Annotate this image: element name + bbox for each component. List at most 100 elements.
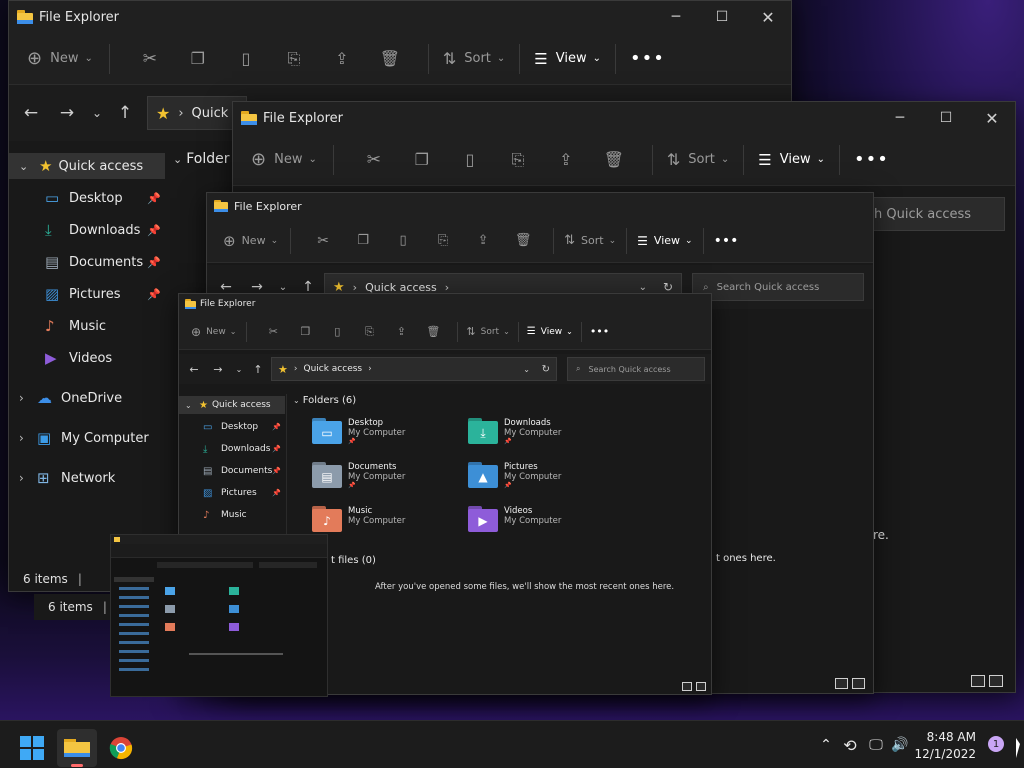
sidebar-item-music[interactable]: ♪ Music xyxy=(9,313,165,339)
copy-icon[interactable]: ❐ xyxy=(343,233,383,248)
view-button[interactable]: ☰ View ⌄ xyxy=(758,151,825,169)
new-button[interactable]: ⊕ New ⌄ xyxy=(223,232,278,250)
chrome-taskbar-button[interactable] xyxy=(101,729,141,767)
folder-tile-pictures[interactable]: ▲ Pictures My Computer 📌 xyxy=(468,462,561,489)
sync-icon[interactable]: ⟲ xyxy=(836,736,864,755)
folder-tile-music[interactable]: ♪ Music My Computer xyxy=(312,506,405,532)
details-view-icon[interactable] xyxy=(682,682,692,691)
more-options-icon[interactable]: ••• xyxy=(854,149,889,170)
maximize-button[interactable]: ☐ xyxy=(699,1,745,33)
cut-icon[interactable]: ✂ xyxy=(126,49,174,69)
view-button[interactable]: ☰ View ⌄ xyxy=(527,326,573,337)
sidebar-item-videos[interactable]: ▶ Videos xyxy=(9,345,165,371)
new-button[interactable]: ⊕ New ⌄ xyxy=(27,48,93,69)
file-explorer-taskbar-button[interactable] xyxy=(57,729,97,767)
delete-icon[interactable]: 🗑 xyxy=(590,150,638,169)
system-clock[interactable]: 8:48 AM 12/1/2022 xyxy=(914,729,976,763)
sidebar-item-desktop[interactable]: ▭ Desktop 📌 xyxy=(9,185,165,211)
recent-locations-chevron-icon[interactable]: ⌄ xyxy=(83,106,111,120)
view-button[interactable]: ☰ View ⌄ xyxy=(637,234,692,248)
sidebar-item-onedrive[interactable]: › ☁ OneDrive xyxy=(9,385,165,411)
new-button[interactable]: ⊕ New ⌄ xyxy=(251,149,317,170)
up-arrow-icon[interactable]: ↑ xyxy=(111,103,139,123)
search-input[interactable]: ⌕ Search Quick access xyxy=(692,273,864,301)
sidebar-item-music[interactable]: ♪ Music xyxy=(179,506,285,524)
share-icon[interactable]: ⇪ xyxy=(463,233,503,248)
details-view-icon[interactable] xyxy=(835,678,848,689)
paste-icon[interactable]: ▯ xyxy=(321,325,353,338)
title-bar[interactable]: File Explorer xyxy=(207,193,873,219)
back-arrow-icon[interactable]: ← xyxy=(181,363,207,376)
maximize-button[interactable]: ☐ xyxy=(923,102,969,134)
more-options-icon[interactable]: ••• xyxy=(630,48,665,69)
minimize-button[interactable]: ─ xyxy=(653,1,699,33)
forward-arrow-icon[interactable]: → xyxy=(207,363,229,376)
rename-icon[interactable]: ⎘ xyxy=(423,233,463,248)
sidebar-item-documents[interactable]: ▤ Documents 📌 xyxy=(9,249,165,275)
back-arrow-icon[interactable]: ← xyxy=(11,103,51,123)
title-bar[interactable]: File Explorer ─ ☐ ✕ xyxy=(9,1,791,33)
folder-tile-downloads[interactable]: ⤓ Downloads My Computer 📌 xyxy=(468,418,561,445)
sidebar-item-quick-access[interactable]: ⌄ ★ Quick access xyxy=(179,396,285,414)
copy-icon[interactable]: ❐ xyxy=(174,49,222,68)
close-button[interactable]: ✕ xyxy=(745,1,791,33)
sidebar-item-downloads[interactable]: ⤓ Downloads 📌 xyxy=(179,440,285,458)
share-icon[interactable]: ⇪ xyxy=(542,150,590,169)
rename-icon[interactable]: ⎘ xyxy=(494,150,542,170)
forward-arrow-icon[interactable]: → xyxy=(51,103,83,123)
sort-button[interactable]: ⇅ Sort ⌄ xyxy=(443,49,505,68)
recent-locations-chevron-icon[interactable]: ⌄ xyxy=(271,282,295,293)
sidebar-item-desktop[interactable]: ▭ Desktop 📌 xyxy=(179,418,285,436)
cut-icon[interactable]: ✂ xyxy=(350,150,398,170)
address-bar[interactable]: ★ › Quick access › ⌄ ↻ xyxy=(271,357,557,381)
new-button[interactable]: ⊕ New ⌄ xyxy=(191,325,236,339)
title-bar[interactable]: File Explorer xyxy=(179,294,711,314)
folder-tile-documents[interactable]: ▤ Documents My Computer 📌 xyxy=(312,462,405,489)
sidebar-item-quick-access[interactable]: ⌄ ★ Quick access xyxy=(9,153,165,179)
refresh-icon[interactable]: ↻ xyxy=(542,364,550,375)
delete-icon[interactable]: 🗑 xyxy=(417,325,449,338)
recent-locations-chevron-icon[interactable]: ⌄ xyxy=(229,365,249,374)
more-options-icon[interactable]: ••• xyxy=(714,233,739,249)
cut-icon[interactable]: ✂ xyxy=(303,233,343,249)
rename-icon[interactable]: ⎘ xyxy=(353,325,385,339)
close-button[interactable]: ✕ xyxy=(969,102,1015,134)
cut-icon[interactable]: ✂ xyxy=(257,325,289,338)
search-input[interactable]: h Quick access xyxy=(863,197,1005,231)
tiles-view-icon[interactable] xyxy=(696,682,706,691)
share-icon[interactable]: ⇪ xyxy=(318,49,366,68)
delete-icon[interactable]: 🗑 xyxy=(503,233,543,248)
delete-icon[interactable]: 🗑 xyxy=(366,49,414,68)
rename-icon[interactable]: ⎘ xyxy=(270,49,318,69)
search-input[interactable]: ⌕ Search Quick access xyxy=(567,357,705,381)
sort-button[interactable]: ⇅ Sort ⌄ xyxy=(667,150,729,169)
sidebar-item-pictures[interactable]: ▨ Pictures 📌 xyxy=(179,484,285,502)
paste-icon[interactable]: ▯ xyxy=(222,49,270,68)
sort-button[interactable]: ⇅ Sort ⌄ xyxy=(564,233,616,248)
copy-icon[interactable]: ❐ xyxy=(398,150,446,169)
folder-tile-videos[interactable]: ▶ Videos My Computer xyxy=(468,506,561,532)
notification-badge[interactable]: 1 xyxy=(988,736,1004,752)
copy-icon[interactable]: ❐ xyxy=(289,325,321,338)
sidebar-item-my-computer[interactable]: › ▣ My Computer xyxy=(9,425,165,451)
share-icon[interactable]: ⇪ xyxy=(385,325,417,338)
sidebar-item-downloads[interactable]: ⤓ Downloads 📌 xyxy=(9,217,165,243)
sidebar-item-network[interactable]: › ⊞ Network xyxy=(9,465,165,491)
title-bar[interactable]: File Explorer ─ ☐ ✕ xyxy=(233,102,1015,134)
chevron-up-icon[interactable]: ⌃ xyxy=(816,737,836,753)
window-thumbnail-preview[interactable] xyxy=(110,534,328,697)
tiles-view-icon[interactable] xyxy=(852,678,865,689)
view-button[interactable]: ☰ View ⌄ xyxy=(534,50,601,68)
details-view-icon[interactable] xyxy=(971,675,985,687)
minimize-button[interactable]: ─ xyxy=(877,102,923,134)
paste-icon[interactable]: ▯ xyxy=(446,150,494,169)
start-button[interactable] xyxy=(12,729,52,767)
more-options-icon[interactable]: ••• xyxy=(590,325,609,338)
paste-icon[interactable]: ▯ xyxy=(383,233,423,248)
volume-icon[interactable]: 🔊 xyxy=(888,737,912,753)
sort-button[interactable]: ⇅ Sort ⌄ xyxy=(466,325,509,338)
folder-tile-desktop[interactable]: ▭ Desktop My Computer 📌 xyxy=(312,418,405,445)
up-arrow-icon[interactable]: ↑ xyxy=(249,363,267,376)
network-icon[interactable]: 🖵 xyxy=(864,737,888,753)
refresh-icon[interactable]: ↻ xyxy=(663,280,673,294)
